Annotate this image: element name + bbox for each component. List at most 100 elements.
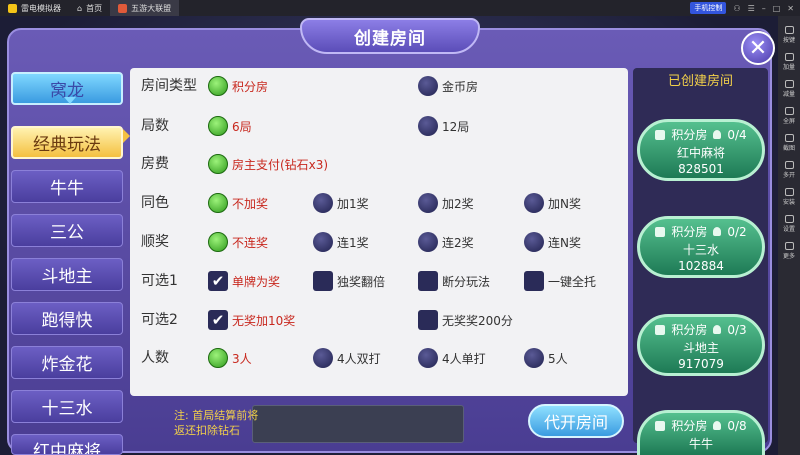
sidebar-fullscreen[interactable]: 全屏	[778, 103, 800, 128]
room-card[interactable]: 积分房 0/3 斗地主 917079	[637, 314, 765, 376]
volume-down-icon	[784, 79, 794, 88]
sidebar-keymap[interactable]: 按键	[778, 22, 800, 47]
category-classic[interactable]: 经典玩法	[11, 126, 123, 159]
room-game-name: 红中麻将	[676, 146, 725, 160]
room-game-name: 斗地主	[682, 341, 719, 355]
cards-icon	[655, 226, 666, 237]
option-add-2-bonus[interactable]: 加2奖	[418, 193, 474, 213]
option-chain-1[interactable]: 连1奖	[313, 232, 369, 252]
room-card[interactable]: 积分房 0/8 牛牛	[637, 410, 765, 455]
category-niuniu[interactable]: 牛牛	[11, 170, 123, 203]
radio-on-icon	[208, 193, 228, 213]
phone-control-button[interactable]: 手机控制	[690, 2, 727, 14]
checkmark-icon: ✔	[208, 310, 228, 330]
radio-off-icon	[524, 193, 544, 213]
row-label-sequence-bonus: 顺奖	[141, 234, 169, 250]
option-4-double[interactable]: 4人双打	[313, 348, 381, 368]
sidebar-volume-up[interactable]: 加量	[778, 49, 800, 74]
room-id: 102884	[678, 259, 724, 273]
category-paodekuai[interactable]: 跑得快	[11, 302, 123, 335]
option-4-single[interactable]: 4人单打	[418, 348, 486, 368]
option-12-rounds[interactable]: 12局	[418, 116, 469, 136]
radio-on-icon	[208, 116, 228, 136]
game-icon	[118, 3, 128, 13]
scissors-icon	[784, 133, 794, 142]
close-window-icon[interactable]: ✕	[787, 4, 794, 13]
option-add-n-bonus[interactable]: 加N奖	[524, 193, 581, 213]
checkbox-empty-icon	[418, 310, 438, 330]
room-card[interactable]: 积分房 0/4 红中麻将 828501	[637, 119, 765, 181]
volume-up-icon	[784, 52, 794, 61]
diamond-refund-note: 注: 首局结算前将 返还扣除钻石	[174, 409, 259, 437]
home-icon: ⌂	[77, 3, 83, 13]
option-split-score[interactable]: 断分玩法	[418, 271, 490, 291]
sidebar-multi-instance[interactable]: 多开	[778, 157, 800, 182]
sidebar-more[interactable]: 更多	[778, 238, 800, 263]
menu-icon[interactable]: ☰	[748, 4, 755, 13]
category-hongzhong[interactable]: 红中麻将	[11, 434, 123, 455]
option-score-room[interactable]: 积分房	[208, 76, 268, 96]
cards-icon	[655, 129, 666, 140]
close-dialog-button[interactable]: ✕	[741, 31, 775, 65]
person-icon	[713, 421, 722, 430]
more-icon	[784, 241, 794, 250]
radio-off-icon	[313, 232, 333, 252]
radio-off-icon	[313, 193, 333, 213]
option-auto-play[interactable]: 一键全托	[524, 271, 596, 291]
multi-window-icon	[784, 160, 794, 169]
category-shisanshui[interactable]: 十三水	[11, 390, 123, 423]
radio-on-icon	[208, 154, 228, 174]
gamepad-icon[interactable]: ⚇	[733, 4, 740, 13]
option-coin-room[interactable]: 金币房	[418, 76, 478, 96]
person-icon	[713, 227, 722, 236]
category-down-arrow-icon	[64, 97, 76, 104]
checkbox-empty-icon	[313, 271, 333, 291]
option-owner-pays[interactable]: 房主支付(钻石x3)	[208, 154, 328, 174]
created-rooms-title: 已创建房间	[667, 74, 733, 89]
option-no-bonus-200[interactable]: 无奖奖200分	[418, 310, 513, 330]
option-solo-double[interactable]: 独奖翻倍	[313, 271, 385, 291]
sidebar-screenshot[interactable]: 截图	[778, 130, 800, 155]
gear-icon	[784, 214, 794, 223]
emulator-sidebar: 按键 加量 减量 全屏 截图 多开 安装 设置 更多	[778, 16, 800, 455]
open-room-for-others-button[interactable]: 代开房间	[528, 404, 624, 438]
room-game-name: 牛牛	[688, 437, 713, 451]
tab-game[interactable]: 五游大联盟	[110, 0, 180, 16]
row-label-room-type: 房间类型	[141, 78, 197, 94]
option-chain-n[interactable]: 连N奖	[524, 232, 581, 252]
option-no-bonus-add-10[interactable]: ✔ 无奖加10奖	[208, 310, 295, 330]
checkbox-empty-icon	[524, 271, 544, 291]
room-id: 917079	[678, 357, 724, 371]
sidebar-settings[interactable]: 设置	[778, 211, 800, 236]
sidebar-volume-down[interactable]: 减量	[778, 76, 800, 101]
option-no-chain[interactable]: 不连奖	[208, 232, 268, 252]
checkmark-icon: ✔	[208, 271, 228, 291]
app-tab[interactable]: 雷电模拟器	[0, 0, 69, 16]
room-card[interactable]: 积分房 0/2 十三水 102884	[637, 216, 765, 278]
sidebar-install[interactable]: 安装	[778, 184, 800, 209]
option-5-players[interactable]: 5人	[524, 348, 568, 368]
option-6-rounds[interactable]: 6局	[208, 116, 252, 136]
option-add-1-bonus[interactable]: 加1奖	[313, 193, 369, 213]
category-doudizhu[interactable]: 斗地主	[11, 258, 123, 291]
radio-off-icon	[418, 348, 438, 368]
room-id: 828501	[678, 162, 724, 176]
option-no-bonus[interactable]: 不加奖	[208, 193, 268, 213]
radio-off-icon	[418, 116, 438, 136]
apk-icon	[784, 187, 794, 196]
cards-icon	[655, 420, 666, 431]
maximize-icon[interactable]: □	[773, 4, 781, 13]
row-label-optional-1: 可选1	[141, 273, 178, 289]
radio-on-icon	[208, 348, 228, 368]
row-label-optional-2: 可选2	[141, 312, 178, 328]
option-single-card-bonus[interactable]: ✔ 单牌为奖	[208, 271, 280, 291]
selected-arrow-icon	[123, 129, 130, 143]
category-sangong[interactable]: 三公	[11, 214, 123, 247]
option-chain-2[interactable]: 连2奖	[418, 232, 474, 252]
category-zhajinhua[interactable]: 炸金花	[11, 346, 123, 379]
keyboard-icon	[784, 25, 794, 34]
row-label-rounds: 局数	[141, 118, 169, 134]
minimize-icon[interactable]: –	[762, 4, 766, 13]
option-3-players[interactable]: 3人	[208, 348, 252, 368]
tab-home[interactable]: ⌂ 首页	[69, 0, 110, 16]
